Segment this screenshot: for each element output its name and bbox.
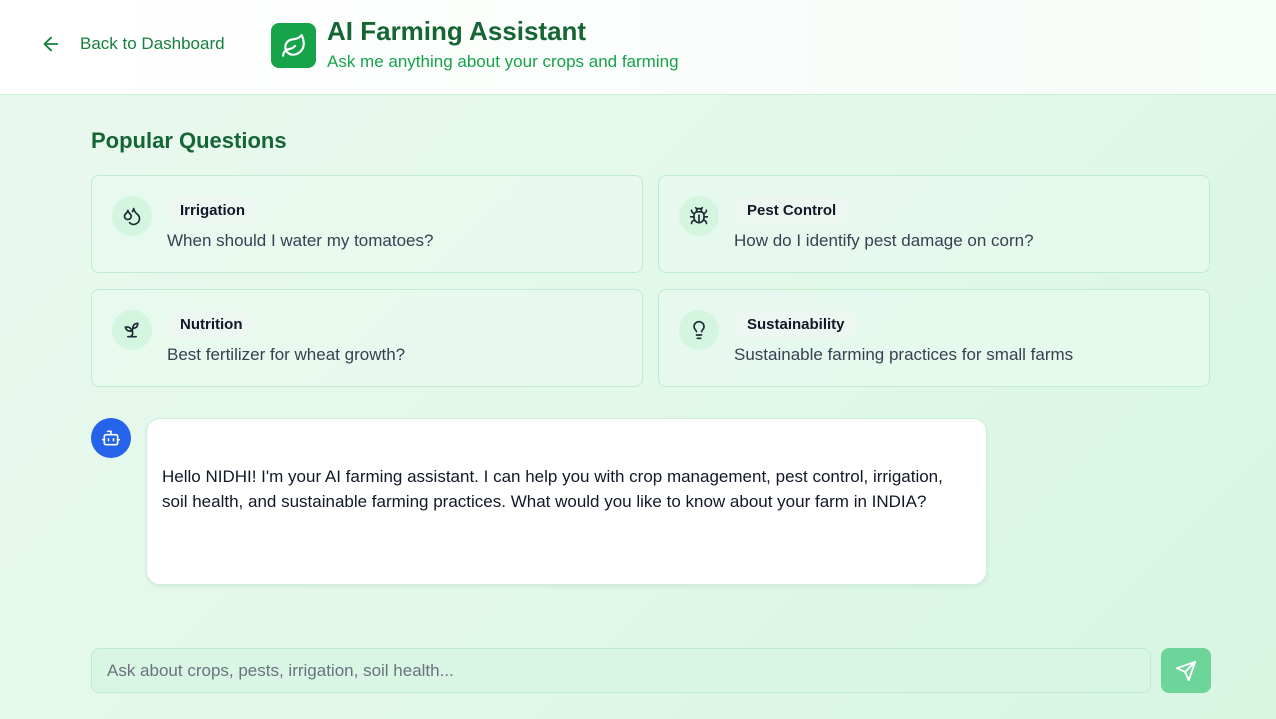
question-card-irrigation[interactable]: Irrigation When should I water my tomato… (91, 175, 643, 273)
question-icon-wrap (679, 196, 719, 236)
question-icon-wrap (112, 196, 152, 236)
bot-message-bubble: Hello NIDHI! I'm your AI farming assista… (146, 418, 987, 585)
question-card-pest-control[interactable]: Pest Control How do I identify pest dama… (658, 175, 1210, 273)
page-subtitle: Ask me anything about your crops and far… (327, 52, 679, 71)
question-icon-wrap (112, 310, 152, 350)
question-tag: Nutrition (167, 311, 256, 338)
question-tag: Sustainability (734, 311, 858, 338)
bug-icon (689, 206, 709, 225)
question-tag: Irrigation (167, 197, 259, 224)
question-icon-wrap (679, 310, 719, 350)
question-text: Sustainable farming practices for small … (734, 345, 1074, 364)
back-link-label: Back to Dashboard (80, 34, 225, 53)
question-text: How do I identify pest damage on corn? (734, 231, 1034, 250)
bot-icon (101, 430, 121, 446)
send-icon (1175, 660, 1197, 681)
lightbulb-icon (693, 320, 705, 340)
question-text: Best fertilizer for wheat growth? (167, 345, 406, 364)
question-card-nutrition[interactable]: Nutrition Best fertilizer for wheat grow… (91, 289, 643, 387)
page-title: AI Farming Assistant (327, 16, 587, 46)
popular-questions-heading: Popular Questions (91, 128, 287, 153)
question-text: When should I water my tomatoes? (167, 231, 434, 250)
app-logo (271, 23, 316, 68)
app-header: Back to Dashboard AI Farming Assistant A… (0, 0, 1276, 95)
arrow-left-icon (43, 36, 59, 52)
droplets-icon (123, 207, 141, 226)
send-button[interactable] (1161, 648, 1211, 693)
leaf-icon (281, 33, 305, 57)
question-card-sustainability[interactable]: Sustainability Sustainable farming pract… (658, 289, 1210, 387)
sprout-icon (124, 322, 139, 338)
back-to-dashboard-link[interactable]: Back to Dashboard (40, 30, 225, 58)
chat-input[interactable] (91, 648, 1151, 693)
question-tag: Pest Control (734, 197, 850, 224)
bot-avatar (91, 418, 131, 458)
